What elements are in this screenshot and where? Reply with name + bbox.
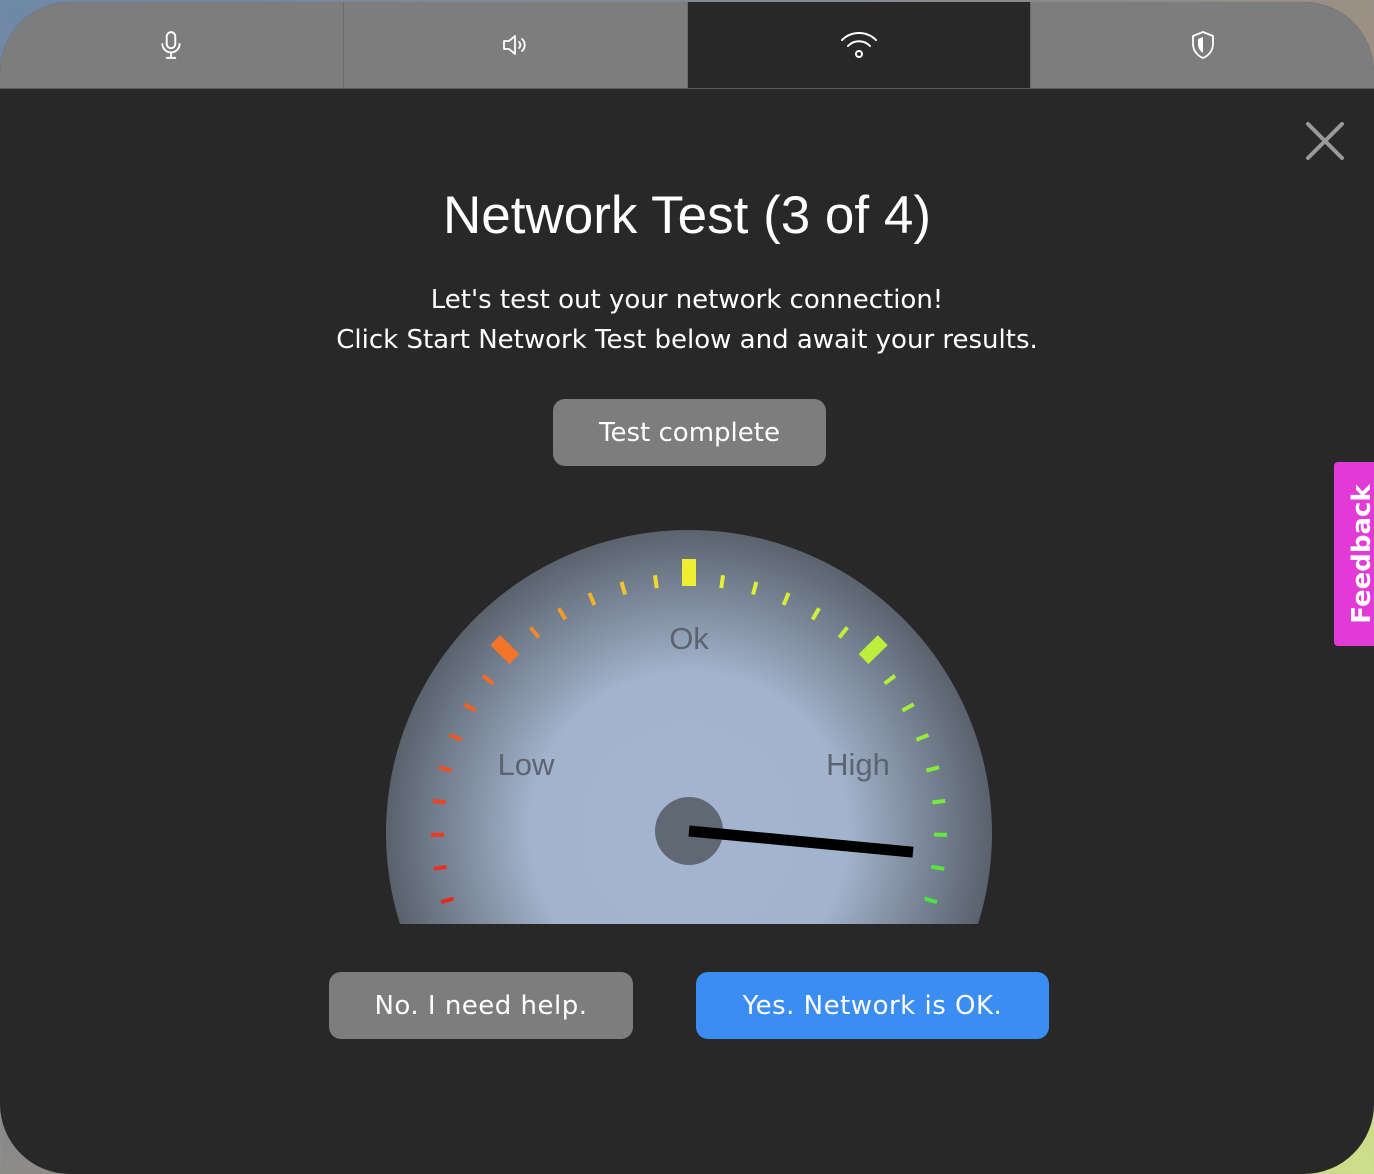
page-title: Network Test (3 of 4) <box>443 186 931 245</box>
test-status-button: Test complete <box>553 399 826 466</box>
gauge-label-low: Low <box>498 747 555 782</box>
tab-speaker[interactable] <box>343 2 688 88</box>
feedback-label: Feedback <box>1347 484 1374 624</box>
description-line-1: Let's test out your network connection! <box>430 285 944 315</box>
gauge-tick <box>719 574 725 589</box>
description: Let's test out your network connection! … <box>0 280 1374 360</box>
gauge-tick <box>433 864 447 871</box>
microphone-icon <box>161 31 181 59</box>
gauge-tick <box>653 574 659 589</box>
gauge-label-ok: Ok <box>669 621 709 656</box>
network-test-dialog: Network Test (3 of 4) Let's test out you… <box>0 2 1374 1174</box>
tab-security[interactable] <box>1031 2 1374 88</box>
need-help-button[interactable]: No. I need help. <box>329 972 633 1039</box>
feedback-tab[interactable]: Feedback <box>1334 462 1374 646</box>
gauge-label-high: High <box>826 747 890 782</box>
tab-microphone[interactable] <box>0 2 344 88</box>
network-speed-gauge: Ok Low High <box>385 529 992 924</box>
gauge-tick <box>432 798 446 805</box>
wifi-icon <box>840 31 877 58</box>
shield-icon <box>1191 31 1214 59</box>
description-line-2: Click Start Network Test below and await… <box>336 325 1038 355</box>
network-ok-button[interactable]: Yes. Network is OK. <box>696 972 1049 1039</box>
gauge-tick <box>931 864 945 871</box>
speaker-icon <box>503 35 526 55</box>
tab-network[interactable] <box>687 2 1032 88</box>
test-steps-tabs <box>0 2 1374 89</box>
close-icon[interactable] <box>1304 120 1346 162</box>
gauge-tick <box>932 798 946 805</box>
